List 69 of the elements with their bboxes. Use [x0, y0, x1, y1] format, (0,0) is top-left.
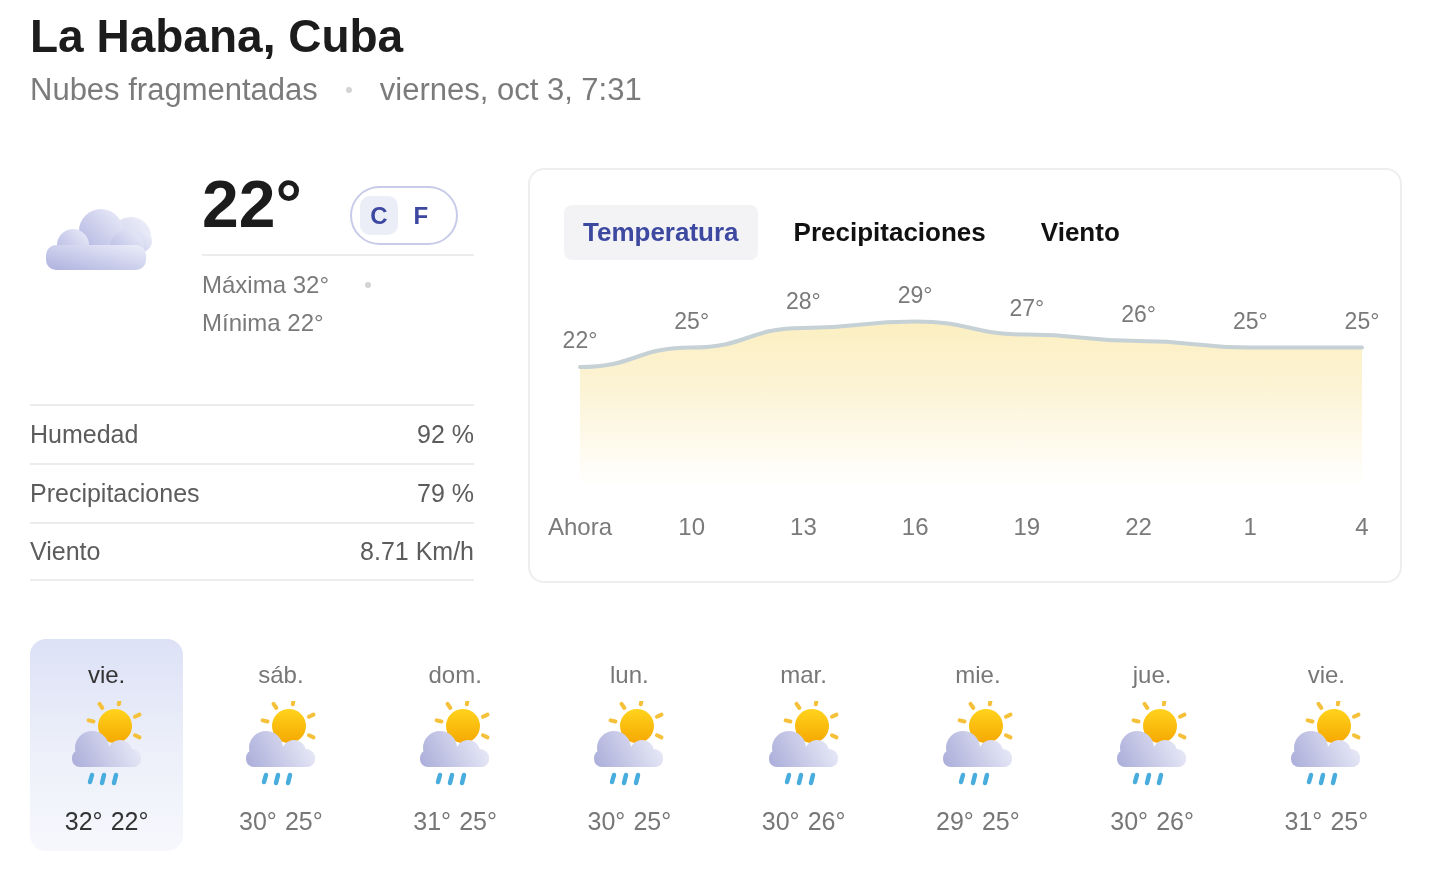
detail-label: Viento: [30, 535, 101, 567]
data-label: 25°: [1344, 307, 1380, 334]
min-temperature-text: Mínima 22°: [202, 308, 324, 338]
low-temperature: 25°: [459, 807, 497, 835]
low-temperature: 26°: [1156, 807, 1194, 835]
sun-cloud-rain-icon: [243, 701, 318, 787]
sun-cloud-rain-icon: [766, 701, 841, 787]
axis-label: 16: [901, 513, 929, 540]
max-temperature-text: Máxima 32°: [202, 270, 329, 300]
data-label: 29°: [897, 281, 933, 308]
high-temperature: 30°: [761, 807, 800, 835]
day-label: mar.: [780, 661, 827, 689]
axis-label: 10: [678, 513, 706, 540]
data-label: 25°: [674, 307, 710, 334]
chart-tab[interactable]: Temperatura: [564, 205, 758, 260]
location-title: La Habana, Cuba: [30, 9, 404, 63]
detail-label: Humedad: [30, 418, 139, 450]
day-label: sáb.: [258, 661, 304, 689]
axis-label: 13: [790, 513, 817, 540]
low-temperature: 26°: [807, 807, 846, 835]
date-time-text: viernes, oct 3, 7:31: [379, 70, 642, 109]
detail-value: 8.71 Km/h: [360, 535, 474, 567]
current-temperature: 22°: [202, 171, 302, 237]
forecast-day-card[interactable]: dom. 31° 25°: [378, 639, 532, 851]
detail-value: 92 %: [417, 418, 474, 450]
low-temperature: 25°: [1330, 807, 1369, 835]
sun-cloud-rain-icon: [940, 701, 1015, 787]
high-temperature: 32°: [64, 807, 103, 835]
high-temperature: 30°: [587, 807, 626, 835]
day-label: jue.: [1132, 661, 1172, 689]
low-temperature: 25°: [284, 807, 323, 835]
axis-label: Ahora: [548, 513, 612, 540]
day-label: dom.: [428, 661, 482, 689]
forecast-day-card[interactable]: mie. 29° 25°: [901, 639, 1055, 851]
data-label: 27°: [1009, 294, 1045, 321]
sun-cloud-rain-icon: [69, 701, 144, 787]
forecast-day-card[interactable]: vie. 32° 22°: [30, 639, 184, 851]
axis-label: 1: [1243, 513, 1257, 540]
low-temperature: 25°: [633, 807, 672, 835]
condition-text: Nubes fragmentadas: [30, 70, 318, 109]
forecast-day-card[interactable]: mar. 30° 26°: [727, 639, 881, 851]
forecast-day-card[interactable]: lun. 30° 25°: [552, 639, 706, 851]
high-temperature: 29°: [936, 807, 974, 835]
data-label: 28°: [786, 288, 821, 314]
axis-label: 19: [1013, 513, 1041, 540]
day-label: lun.: [610, 661, 649, 689]
unit-option[interactable]: F: [401, 196, 440, 235]
chart-tab[interactable]: Viento: [1021, 205, 1139, 260]
high-temperature: 31°: [413, 807, 452, 835]
day-label: vie.: [1307, 661, 1346, 689]
forecast-day-card[interactable]: jue. 30° 26°: [1075, 639, 1229, 851]
chart-tab[interactable]: Precipitaciones: [774, 205, 1005, 260]
data-label: 22°: [562, 327, 598, 353]
low-temperature: 25°: [981, 807, 1020, 835]
high-temperature: 30°: [1110, 807, 1149, 835]
high-temperature: 31°: [1284, 807, 1323, 835]
detail-value: 79 %: [417, 477, 474, 509]
day-label: vie.: [87, 661, 126, 689]
forecast-day-card[interactable]: sáb. 30° 25°: [204, 639, 358, 851]
high-temperature: 30°: [239, 807, 277, 835]
detail-label: Precipitaciones: [30, 477, 200, 509]
day-label: mie.: [955, 661, 1001, 689]
axis-label: 4: [1355, 513, 1369, 540]
axis-label: 22: [1125, 513, 1152, 540]
data-label: 25°: [1232, 307, 1268, 334]
data-label: 26°: [1121, 301, 1156, 327]
low-temperature: 22°: [110, 807, 149, 835]
unit-option[interactable]: C: [359, 196, 398, 235]
forecast-day-card[interactable]: vie. 31° 25°: [1249, 639, 1403, 851]
